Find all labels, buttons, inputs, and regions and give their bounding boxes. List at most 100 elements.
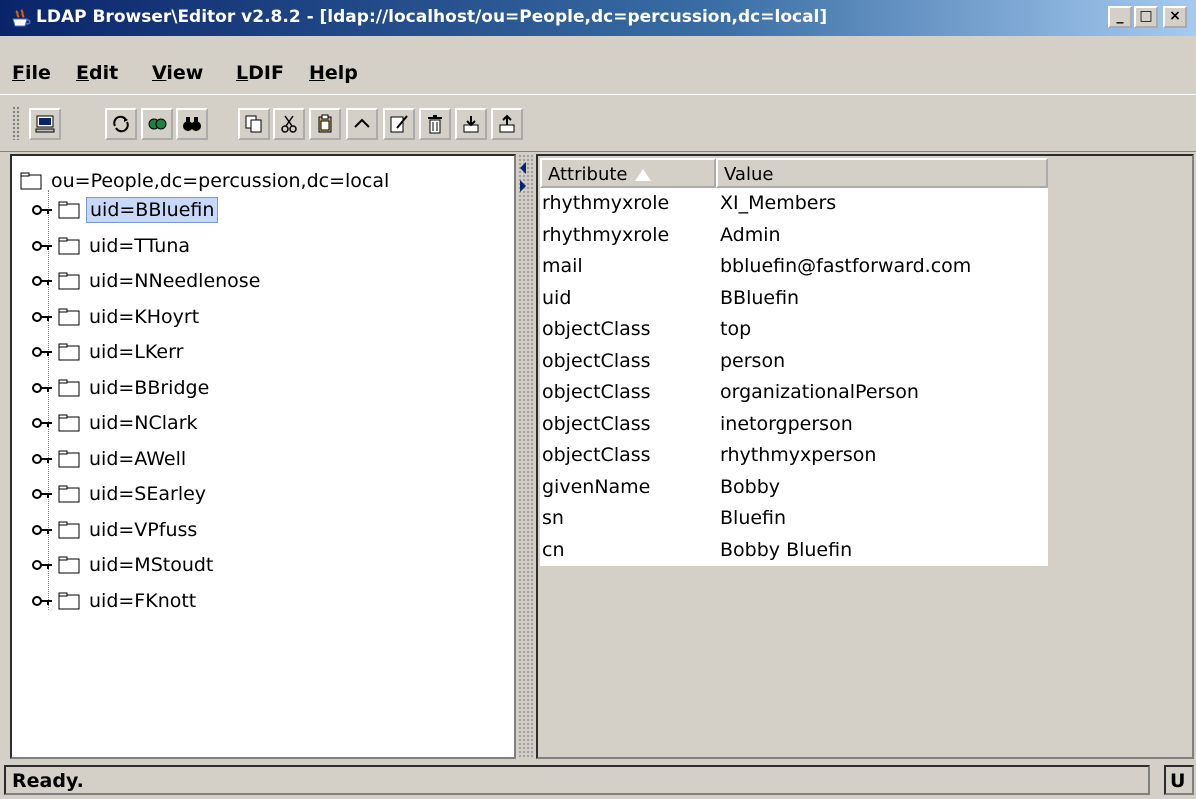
expand-handle-icon[interactable] xyxy=(32,487,54,501)
value-cell: rhythmyxperson xyxy=(720,444,877,466)
refresh-button[interactable] xyxy=(105,108,137,140)
status-bar: Ready. U xyxy=(0,763,1196,799)
attribute-cell: objectClass xyxy=(542,318,651,340)
expand-handle-icon[interactable] xyxy=(32,452,54,466)
window-title: LDAP Browser\Editor v2.8.2 - [ldap://loc… xyxy=(36,7,828,27)
tree-node[interactable]: uid=VPfuss xyxy=(32,515,200,545)
value-cell: Admin xyxy=(720,223,781,246)
folder-icon xyxy=(58,414,80,432)
table-row[interactable]: cn Bobby Bluefin xyxy=(540,534,1048,566)
import-icon xyxy=(499,114,515,133)
export-button[interactable] xyxy=(455,108,487,140)
trash-icon xyxy=(428,115,442,134)
tree-node[interactable]: uid=AWell xyxy=(32,444,189,474)
tree-node[interactable]: uid=NNeedlenose xyxy=(32,266,263,296)
import-button[interactable] xyxy=(491,108,523,140)
folder-icon xyxy=(58,592,80,609)
collapse-left-icon[interactable] xyxy=(520,162,526,174)
table-row[interactable]: objectClass top xyxy=(540,314,1048,346)
value-cell: bbluefin@fastforward.com xyxy=(720,255,972,277)
expand-handle-icon[interactable] xyxy=(32,523,54,537)
table-row[interactable]: rhythmyxrole Admin xyxy=(540,219,1048,251)
value-cell: Bobby Bluefin xyxy=(720,538,853,561)
expand-handle-icon[interactable] xyxy=(32,310,54,324)
table-row[interactable]: objectClass rhythmyxperson xyxy=(540,440,1048,472)
tree-node[interactable]: uid=NClark xyxy=(32,408,201,438)
expand-handle-icon[interactable] xyxy=(32,345,54,359)
table-row[interactable]: objectClass person xyxy=(540,345,1048,377)
menu-bar: File Edit View LDIF Help xyxy=(0,58,1196,88)
expand-handle-icon[interactable] xyxy=(32,558,54,572)
attribute-cell: rhythmyxrole xyxy=(542,192,670,214)
table-row[interactable]: mail bbluefin@fastforward.com xyxy=(540,251,1048,283)
tree-node[interactable]: uid=FKnott xyxy=(32,586,199,616)
paste-button[interactable] xyxy=(309,108,341,140)
folder-icon xyxy=(58,450,80,467)
table-row[interactable]: uid BBluefin xyxy=(540,282,1048,314)
value-column-header[interactable]: Value xyxy=(716,158,1048,188)
tree-node-label: uid=LKerr xyxy=(89,341,184,363)
tree-node-label: uid=TTuna xyxy=(89,234,191,257)
tree-node-label: uid=NNeedlenose xyxy=(89,270,261,292)
folder-icon xyxy=(58,556,80,574)
connect-button[interactable] xyxy=(29,108,61,140)
attribute-cell: givenName xyxy=(542,475,651,498)
table-row[interactable]: sn Bluefin xyxy=(540,503,1048,535)
menu-ldif[interactable]: LDIF xyxy=(236,62,284,84)
table-row[interactable]: objectClass organizationalPerson xyxy=(540,377,1048,409)
expand-handle-icon[interactable] xyxy=(32,594,54,608)
folder-icon xyxy=(58,521,80,538)
splitter[interactable] xyxy=(518,154,534,759)
close-button[interactable]: × xyxy=(1163,6,1187,28)
find-button[interactable] xyxy=(176,108,208,140)
maximize-button[interactable]: □ xyxy=(1134,6,1158,28)
table-row[interactable]: rhythmyxrole XI_Members xyxy=(540,188,1048,220)
tree-root[interactable]: ou=People,dc=percussion,dc=local xyxy=(20,168,392,194)
binoculars-icon xyxy=(183,117,201,131)
attribute-cell: uid xyxy=(542,286,572,309)
directory-tree[interactable]: ou=People,dc=percussion,dc=local uid=BBl… xyxy=(10,154,516,759)
table-header: Attribute Value xyxy=(540,158,1048,188)
tree-node[interactable]: uid=BBluefin xyxy=(32,195,219,225)
attribute-cell: objectClass xyxy=(542,381,651,403)
toolbar-grip[interactable] xyxy=(12,106,20,140)
expand-handle-icon[interactable] xyxy=(32,381,54,395)
folder-icon xyxy=(58,272,80,290)
expand-handle-icon[interactable] xyxy=(32,203,54,217)
menu-file[interactable]: File xyxy=(12,62,51,84)
collapse-right-icon[interactable] xyxy=(520,180,526,192)
folder-icon xyxy=(58,485,80,503)
attribute-column-header[interactable]: Attribute xyxy=(540,158,716,188)
menu-edit[interactable]: Edit xyxy=(76,62,118,84)
expand-handle-icon[interactable] xyxy=(32,416,54,430)
copy-button[interactable] xyxy=(238,108,270,140)
tree-node-label: uid=FKnott xyxy=(89,589,197,612)
tree-node-label: uid=BBluefin xyxy=(86,197,219,223)
chevron-up-icon xyxy=(354,118,370,128)
minimize-button[interactable]: _ xyxy=(1108,6,1132,28)
tree-node-label: uid=KHoyrt xyxy=(89,305,200,328)
tree-node[interactable]: uid=BBridge xyxy=(32,373,212,403)
value-cell: organizationalPerson xyxy=(720,381,919,403)
menu-view[interactable]: View xyxy=(152,62,203,84)
search-button[interactable] xyxy=(141,108,173,140)
menu-help[interactable]: Help xyxy=(309,62,358,84)
up-button[interactable] xyxy=(346,108,378,140)
tree-node[interactable]: uid=MStoudt xyxy=(32,550,216,580)
table-row[interactable]: objectClass inetorgperson xyxy=(540,408,1048,440)
tree-node[interactable]: uid=LKerr xyxy=(32,337,186,367)
title-bar[interactable]: LDAP Browser\Editor v2.8.2 - [ldap://loc… xyxy=(0,0,1196,36)
table-row[interactable]: givenName Bobby xyxy=(540,471,1048,503)
folder-icon xyxy=(58,343,80,361)
folder-icon xyxy=(20,172,42,190)
edit-button[interactable] xyxy=(383,108,415,140)
cut-button[interactable] xyxy=(273,108,305,140)
delete-button[interactable] xyxy=(419,108,451,140)
expand-handle-icon[interactable] xyxy=(32,274,54,288)
tree-node[interactable]: uid=KHoyrt xyxy=(32,302,202,332)
expand-handle-icon[interactable] xyxy=(32,239,54,253)
tree-node[interactable]: uid=TTuna xyxy=(32,231,193,261)
tree-node-label: uid=VPfuss xyxy=(89,518,198,541)
tree-node[interactable]: uid=SEarley xyxy=(32,479,209,509)
value-cell: Bluefin xyxy=(720,507,787,529)
